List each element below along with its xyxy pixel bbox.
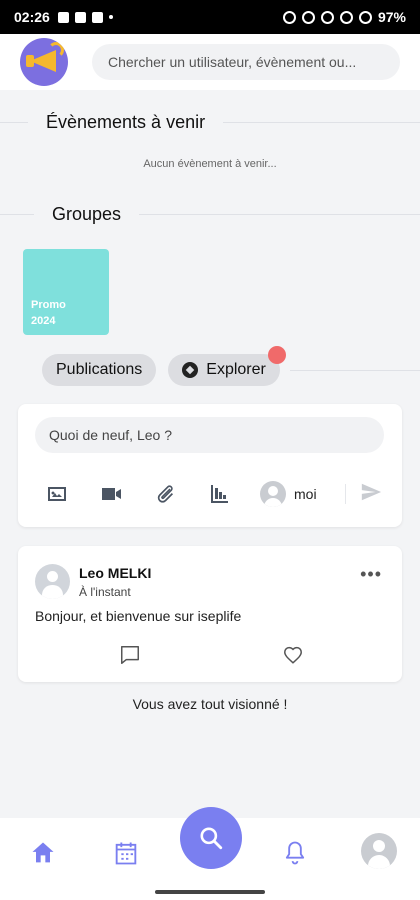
app-notification-icon	[91, 11, 103, 23]
post-composer: moi	[18, 404, 402, 527]
app-logo[interactable]	[20, 38, 68, 86]
gallery-notification-icon	[57, 11, 69, 23]
battery-level: 97%	[377, 9, 406, 25]
send-icon[interactable]	[360, 481, 382, 508]
group-card-promo-2024[interactable]: Promo 2024	[23, 249, 109, 335]
tab-explorer[interactable]: Explorer	[168, 346, 286, 386]
group-label: Promo 2024	[31, 299, 66, 327]
composer-toolbar: moi	[44, 479, 382, 509]
events-empty-text: Aucun évènement à venir...	[143, 158, 277, 170]
attachment-icon[interactable]	[152, 481, 178, 507]
home-icon[interactable]	[28, 838, 58, 868]
wifi-icon	[339, 10, 353, 24]
post-input[interactable]	[35, 417, 384, 453]
audience-avatar[interactable]	[260, 481, 286, 507]
video-icon[interactable]	[98, 481, 124, 507]
status-bar: 02:26 97%	[0, 0, 420, 34]
system-icons: 97%	[282, 9, 406, 25]
audience-label[interactable]: moi	[294, 486, 317, 502]
search-input[interactable]	[92, 44, 400, 80]
tab-explorer-label: Explorer	[206, 361, 266, 378]
events-section-header: Évènements à venir	[0, 112, 420, 133]
hotspot-icon	[320, 10, 334, 24]
feed-tabs: Publications Explorer	[0, 346, 420, 386]
profile-icon[interactable]	[361, 833, 397, 869]
post-card: Leo MELKI À l'instant ••• Bonjour, et bi…	[18, 546, 402, 682]
feed-end-text: Vous avez tout visionné !	[132, 696, 288, 712]
more-icon[interactable]: •••	[360, 564, 382, 585]
alarm-icon	[282, 10, 296, 24]
download-notification-icon	[74, 11, 86, 23]
poll-icon[interactable]	[206, 481, 232, 507]
compass-icon	[182, 362, 199, 378]
bell-icon[interactable]	[280, 838, 310, 868]
groups-title: Groupes	[52, 204, 122, 224]
image-icon[interactable]	[44, 481, 70, 507]
tab-publications-label: Publications	[56, 361, 143, 378]
mute-icon	[301, 10, 315, 24]
tab-publications[interactable]: Publications	[42, 354, 157, 386]
groups-section-header: Groupes	[0, 204, 420, 225]
search-icon[interactable]	[180, 807, 242, 869]
post-time: À l'instant	[79, 585, 131, 599]
bottom-navigation	[0, 807, 420, 888]
gesture-bar	[0, 888, 420, 900]
author-avatar[interactable]	[35, 564, 70, 599]
signal-icon	[358, 10, 372, 24]
app-header	[0, 34, 420, 90]
notification-icons	[57, 11, 113, 23]
events-title: Évènements à venir	[46, 112, 206, 132]
post-author[interactable]: Leo MELKI	[79, 565, 151, 581]
post-body: Bonjour, et bienvenue sur iseplife	[35, 608, 242, 624]
status-time: 02:26	[14, 9, 50, 25]
more-notifications-icon	[108, 15, 113, 19]
heart-icon[interactable]	[281, 644, 305, 666]
notification-badge	[267, 346, 286, 364]
comment-icon[interactable]	[119, 644, 141, 666]
calendar-icon[interactable]	[111, 838, 141, 868]
